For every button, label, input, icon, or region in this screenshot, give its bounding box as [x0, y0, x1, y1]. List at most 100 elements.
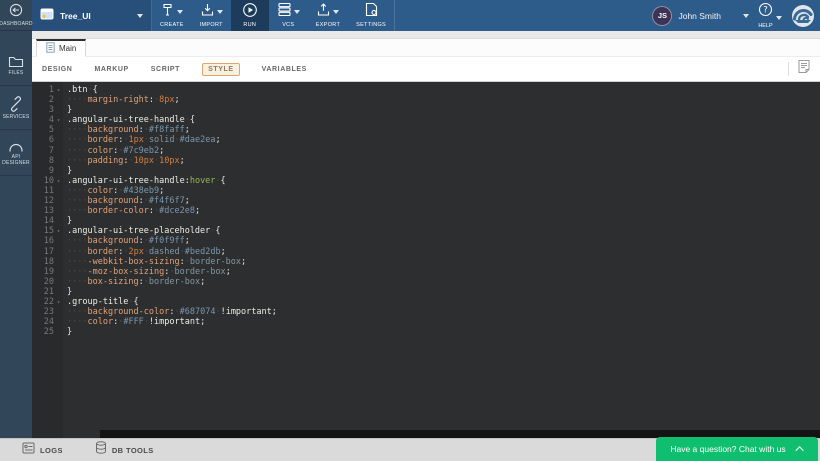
code-line[interactable]: ····padding:·10px·10px;: [67, 156, 820, 166]
code-line[interactable]: ····box-sizing:·border-box;: [67, 277, 820, 287]
gutter-line[interactable]: 19: [32, 267, 63, 277]
project-name: Tree_UI: [60, 11, 131, 21]
fold-toggle-icon[interactable]: ▾: [54, 298, 63, 308]
code-line[interactable]: ····background:·#f8faff;: [67, 125, 820, 135]
code-line[interactable]: ····color:·#438eb9;: [67, 186, 820, 196]
chat-label: Have a question? Chat with us: [670, 444, 785, 454]
gutter-line[interactable]: 1▾: [32, 85, 63, 95]
gutter-line[interactable]: 24: [32, 317, 63, 327]
tab-markup[interactable]: MARKUP: [94, 66, 128, 73]
page-icon: [46, 42, 55, 55]
menu-label: CREATE: [160, 22, 184, 28]
code-line[interactable]: ····color:·#FFF·!important;: [67, 317, 820, 327]
sidebar-item-api-designer[interactable]: API DESIGNER: [0, 130, 32, 176]
code-line[interactable]: ····-moz-box-sizing:·border-box;: [67, 267, 820, 277]
menu-export[interactable]: EXPORT: [308, 0, 348, 31]
code-line[interactable]: .angular-ui-tree-handle·{: [67, 115, 820, 125]
tab-style[interactable]: STYLE: [202, 63, 240, 76]
menu-create[interactable]: CREATE: [152, 0, 192, 31]
stack-icon: [277, 2, 292, 22]
code-line[interactable]: ····border:·2px·dashed·#bed2db;: [67, 247, 820, 257]
fold-toggle-icon[interactable]: ▾: [54, 227, 63, 237]
gutter-line[interactable]: 25: [32, 327, 63, 337]
gutter: 1▾234▾5678910▾1112131415▾16171819202122▾…: [32, 82, 63, 438]
code-line[interactable]: .group-title·{: [67, 297, 820, 307]
project-selector[interactable]: Tree_UI: [32, 0, 152, 31]
fold-toggle-icon[interactable]: ▾: [54, 116, 63, 126]
tab-variables[interactable]: VARIABLES: [262, 66, 307, 73]
code-line[interactable]: ····border:·1px·solid·#dae2ea;: [67, 135, 820, 145]
gutter-line[interactable]: 3: [32, 105, 63, 115]
code-line[interactable]: ····background:·#f0f9ff;: [67, 236, 820, 246]
code-line[interactable]: ····-webkit-box-sizing:·border-box;: [67, 257, 820, 267]
fold-toggle-icon[interactable]: ▾: [54, 177, 63, 187]
tab-label: Main: [59, 44, 76, 53]
code-line[interactable]: ····background-color:·#687074·!important…: [67, 307, 820, 317]
gutter-line[interactable]: 7: [32, 146, 63, 156]
code-line[interactable]: ····margin-right:·8px;: [67, 95, 820, 105]
db-tools-button[interactable]: DB TOOLS: [95, 441, 154, 459]
chat-widget-button[interactable]: Have a question? Chat with us: [656, 437, 818, 461]
menu-import[interactable]: IMPORT: [192, 0, 231, 31]
header-gap-strip: [32, 31, 820, 39]
chevron-down-icon: [333, 10, 339, 14]
fold-toggle-icon[interactable]: ▾: [54, 86, 63, 96]
code-line[interactable]: }: [67, 105, 820, 115]
gutter-line[interactable]: 23: [32, 307, 63, 317]
code-line[interactable]: }: [67, 287, 820, 297]
wavemaker-logo[interactable]: [791, 4, 815, 28]
menu-settings[interactable]: SETTINGS: [348, 0, 395, 31]
gutter-line[interactable]: 20: [32, 277, 63, 287]
menu-vcs[interactable]: VCS: [269, 0, 308, 31]
app-window: DASHBOARD FILES SERVI: [0, 0, 820, 461]
tab-design[interactable]: DESIGN: [42, 66, 72, 73]
tab-main[interactable]: Main: [36, 39, 86, 57]
sidebar-item-services[interactable]: SERVICES: [0, 86, 32, 130]
code-line[interactable]: ····border-color:·#dce2e8;: [67, 206, 820, 216]
menu-run[interactable]: RUN: [231, 0, 269, 31]
gutter-line[interactable]: 10▾: [32, 176, 63, 186]
code-line[interactable]: .angular-ui-tree-handle:hover·{: [67, 176, 820, 186]
sidebar-item-label: SERVICES: [3, 114, 30, 120]
user-menu[interactable]: JS John Smith: [652, 6, 749, 26]
sidebar-item-label: DASHBOARD: [0, 21, 33, 27]
svg-text:?: ?: [763, 5, 768, 15]
gutter-line[interactable]: 12: [32, 196, 63, 206]
tab-script[interactable]: SCRIPT: [151, 66, 180, 73]
gutter-line[interactable]: 6: [32, 135, 63, 145]
code-area[interactable]: .btn·{····margin-right:·8px;}.angular-ui…: [67, 82, 820, 430]
menu-label: RUN: [243, 22, 256, 28]
import-icon: [200, 2, 215, 22]
db-tools-label: DB TOOLS: [112, 446, 154, 455]
gutter-line[interactable]: 2: [32, 95, 63, 105]
gutter-line[interactable]: 5: [32, 125, 63, 135]
notes-icon[interactable]: [797, 59, 811, 79]
arc-icon: [7, 140, 25, 152]
code-line[interactable]: .btn·{: [67, 85, 820, 95]
gutter-line[interactable]: 21: [32, 287, 63, 297]
separator: [788, 62, 789, 76]
gutter-line[interactable]: 16: [32, 236, 63, 246]
code-line[interactable]: }: [67, 166, 820, 176]
help-menu[interactable]: ? HELP: [758, 2, 782, 29]
sidebar-item-files[interactable]: FILES: [0, 44, 32, 86]
gutter-line[interactable]: 9: [32, 166, 63, 176]
gutter-line[interactable]: 8: [32, 156, 63, 166]
code-line[interactable]: }: [67, 327, 820, 337]
code-line[interactable]: .angular-ui-tree-placeholder·{: [67, 226, 820, 236]
sidebar-item-dashboard[interactable]: DASHBOARD: [0, 0, 32, 31]
gutter-line[interactable]: 17: [32, 247, 63, 257]
code-line[interactable]: ····background:·#f4f6f7;: [67, 196, 820, 206]
gutter-line[interactable]: 15▾: [32, 226, 63, 236]
code-line[interactable]: }: [67, 216, 820, 226]
menu-label: IMPORT: [200, 22, 223, 28]
gutter-line[interactable]: 11: [32, 186, 63, 196]
gutter-line[interactable]: 18: [32, 257, 63, 267]
gutter-line[interactable]: 14: [32, 216, 63, 226]
logs-button[interactable]: LOGS: [22, 441, 63, 459]
export-icon: [316, 2, 331, 22]
gutter-line[interactable]: 22▾: [32, 297, 63, 307]
gutter-line[interactable]: 13: [32, 206, 63, 216]
code-line[interactable]: ····color:·#7c9eb2;: [67, 146, 820, 156]
gutter-line[interactable]: 4▾: [32, 115, 63, 125]
